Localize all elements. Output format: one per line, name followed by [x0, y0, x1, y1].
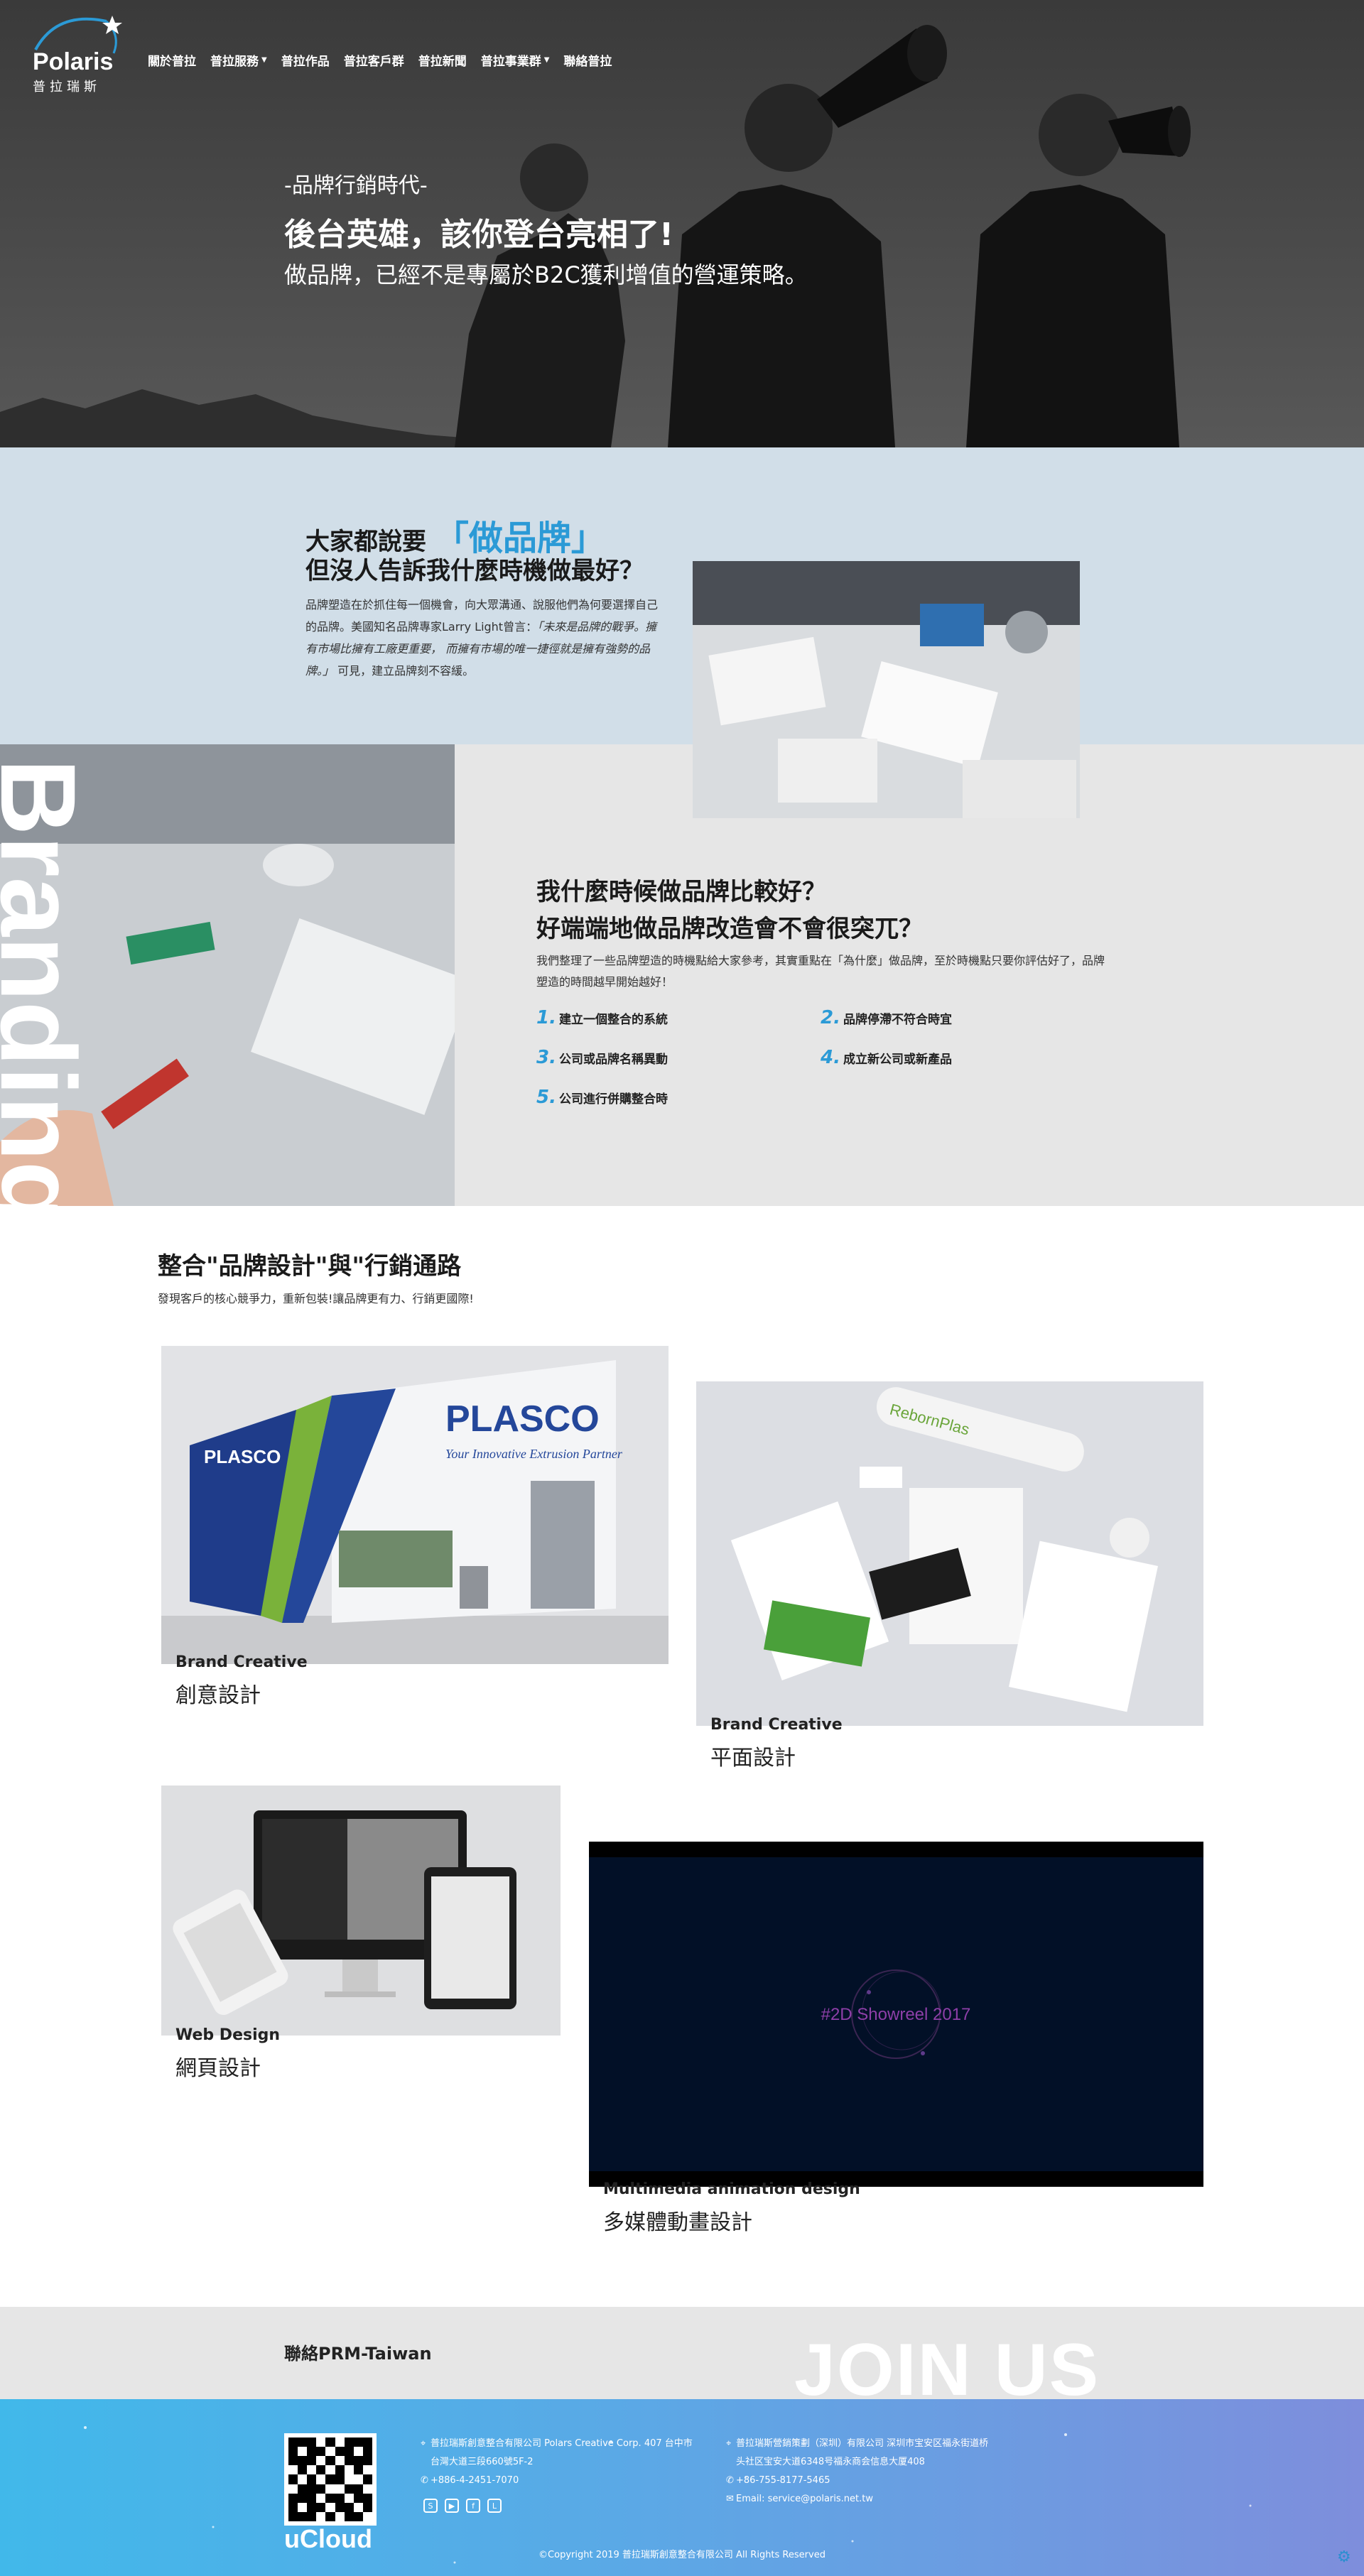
branding-word: Branding	[0, 759, 98, 1206]
footer-taiwan-info: ⌖ 普拉瑞斯創意整合有限公司 Polars Creative Corp. 407 …	[421, 2435, 693, 2490]
card-animation-zh: 多媒體動畫設計	[603, 2210, 752, 2235]
intro-heading-2: 但沒人告訴我什麼時機做最好？	[305, 557, 644, 585]
cn-phone: +86-755-8177-5465	[736, 2475, 830, 2486]
list-number: 1.	[536, 1007, 556, 1028]
list-text: 成立新公司或新產品	[843, 1053, 952, 1067]
card-animation-video[interactable]: #2D Showreel 2017	[589, 1842, 1203, 2187]
meeting-photo	[693, 561, 1080, 818]
logo-text-zh: 普拉瑞斯	[33, 80, 101, 94]
list-number: 2.	[821, 1007, 840, 1028]
web-devices-image	[161, 1786, 561, 2036]
booth-logo-right: PLASCO	[445, 1398, 600, 1440]
nav-news-label: 普拉新聞	[418, 55, 467, 69]
nav-business[interactable]: 普拉事業群 ▼	[481, 51, 550, 69]
list-item: 2. 品牌停滯不符合時宜	[821, 1007, 1105, 1028]
showreel-title: #2D Showreel 2017	[821, 2005, 971, 2024]
qr-code	[284, 2433, 377, 2526]
card-animation-en: Multimedia animation design	[603, 2180, 860, 2198]
nav-clients-label: 普拉客戶群	[343, 55, 404, 69]
card-web-zh: 網頁設計	[175, 2056, 261, 2081]
stationery-mockup-image: RebornPlas	[696, 1381, 1203, 1726]
list-item: 1. 建立一個整合的系統	[536, 1007, 821, 1028]
intro-paragraph: 品牌塑造在於抓住每一個機會，向大眾溝通、說服他們為何要選擇自己的品牌。美國知名品…	[305, 594, 661, 682]
nav-works-label: 普拉作品	[281, 55, 330, 69]
list-number: 3.	[536, 1047, 556, 1068]
list-text: 建立一個整合的系統	[558, 1013, 668, 1027]
card-creative-en: Brand Creative	[175, 1653, 308, 1671]
logo-text-en: Polaris	[33, 48, 114, 75]
contact-link[interactable]: 聯絡PRM-Taiwan	[284, 2339, 432, 2364]
timing-question-1: 我什麼時候做品牌比較好？	[536, 878, 826, 906]
list-number: 5.	[536, 1087, 556, 1108]
list-item: 3. 公司或品牌名稱異動	[536, 1047, 821, 1068]
card-web-en: Web Design	[175, 2026, 281, 2044]
qr-pattern	[288, 2438, 372, 2521]
list-text: 公司或品牌名稱異動	[558, 1053, 668, 1067]
tw-address: 普拉瑞斯創意整合有限公司 Polars Creative Corp. 407 台…	[431, 2438, 693, 2449]
card-web-image[interactable]	[161, 1786, 561, 2036]
timing-list: 1. 建立一個整合的系統 2. 品牌停滯不符合時宜 3. 公司或品牌名稱異動 4. 成立…	[536, 1007, 1105, 1108]
hero-section: Polaris 普拉瑞斯 關於普拉 普拉服務 ▼ 普拉作品 普拉客戶群 普拉新聞 …	[0, 0, 1364, 447]
line-icon[interactable]: L	[487, 2499, 502, 2513]
nav-contact-label: 聯絡普拉	[563, 55, 612, 69]
hero-subtitle: -品牌行銷時代-	[284, 173, 428, 198]
exhibition-booth-image: PLASCO PLASCO Your Innovative Extrusion …	[161, 1346, 669, 1664]
location-pin-icon: ⌖	[726, 2438, 732, 2449]
footer-china-info: ⌖ 普拉瑞斯營銷策劃（深圳）有限公司 深圳市宝安区福永街道桥 头社区宝安大道634…	[726, 2435, 988, 2509]
nav-about-label: 關於普拉	[148, 55, 196, 69]
list-item: 5. 公司進行併購整合時	[536, 1087, 821, 1108]
card-creative-image[interactable]: PLASCO PLASCO Your Innovative Extrusion …	[161, 1346, 669, 1664]
video-showreel: #2D Showreel 2017	[589, 1842, 1203, 2187]
social-links: S ▶ f L	[423, 2499, 502, 2513]
location-pin-icon: ⌖	[421, 2438, 426, 2449]
card-graphic-zh: 平面設計	[710, 1746, 796, 1771]
phone-icon: ✆	[421, 2475, 428, 2486]
integrate-subtitle: 發現客戶的核心競爭力，重新包裝!讓品牌更有力、行銷更國際!	[158, 1292, 474, 1305]
booth-slogan: Your Innovative Extrusion Partner	[445, 1447, 623, 1461]
skype-icon[interactable]: S	[423, 2499, 438, 2513]
branding-vertical-text: Branding	[0, 744, 114, 1206]
hero-tagline: 做品牌，已經不是專屬於B2C獲利增值的營運策略。	[284, 261, 808, 288]
meeting-photo-image	[693, 561, 1080, 818]
nav-contact[interactable]: 聯絡普拉	[563, 51, 612, 69]
intro-paragraph-end: 可見，建立品牌刻不容緩。	[334, 664, 475, 678]
integrate-title: 整合"品牌設計"與"行銷通路	[158, 1252, 462, 1281]
card-graphic-en: Brand Creative	[710, 1716, 843, 1734]
facebook-icon[interactable]: f	[466, 2499, 480, 2513]
intro-section: 大家都說要 「做品牌」 但沒人告訴我什麼時機做最好？ 品牌塑造在於抓住每一個機會…	[0, 447, 1364, 744]
cn-address-2: 头社区宝安大道6348号福永商会信息大厦408	[736, 2457, 925, 2467]
tw-address-2: 台灣大道三段660號5F-2	[431, 2457, 534, 2467]
list-number: 4.	[821, 1047, 840, 1068]
nav-about[interactable]: 關於普拉	[148, 51, 196, 69]
list-text: 品牌停滯不符合時宜	[843, 1013, 952, 1027]
cn-address: 普拉瑞斯營銷策劃（深圳）有限公司 深圳市宝安区福永街道桥	[736, 2438, 989, 2449]
timing-question-2: 好端端地做品牌改造會不會很突兀？	[536, 915, 923, 943]
nav-services-label: 普拉服務	[210, 55, 259, 69]
polaris-logo[interactable]: Polaris 普拉瑞斯	[28, 14, 128, 94]
chevron-down-icon: ▼	[543, 56, 550, 64]
nav-works[interactable]: 普拉作品	[281, 51, 330, 69]
timing-paragraph: 我們整理了一些品牌塑造的時機點給大家參考，其實重點在「為什麼」做品牌，至於時機點…	[536, 954, 1105, 989]
card-creative-zh: 創意設計	[175, 1683, 261, 1708]
gear-icon[interactable]: ⚙	[1337, 2548, 1351, 2566]
phone-icon: ✆	[726, 2475, 734, 2486]
card-graphic-image[interactable]: RebornPlas	[696, 1381, 1203, 1726]
main-nav: 關於普拉 普拉服務 ▼ 普拉作品 普拉客戶群 普拉新聞 普拉事業群 ▼ 聯絡普拉	[148, 51, 612, 69]
nav-services[interactable]: 普拉服務 ▼	[210, 51, 267, 69]
hero-headline: 後台英雄，該你登台亮相了!	[284, 217, 674, 253]
tw-phone: +886-4-2451-7070	[431, 2475, 519, 2486]
booth-logo-left: PLASCO	[204, 1446, 281, 1467]
youtube-icon[interactable]: ▶	[445, 2499, 459, 2513]
nav-news[interactable]: 普拉新聞	[418, 51, 467, 69]
list-text: 公司進行併購整合時	[558, 1092, 668, 1107]
mail-icon: ✉	[726, 2494, 734, 2504]
footer: uCloud ⌖ 普拉瑞斯創意整合有限公司 Polars Creative Cor…	[0, 2399, 1364, 2576]
nav-business-label: 普拉事業群	[480, 55, 541, 69]
join-section: 聯絡PRM-Taiwan JOIN US	[0, 2307, 1364, 2411]
footer-email[interactable]: Email: service@polaris.net.tw	[736, 2494, 873, 2504]
nav-clients[interactable]: 普拉客戶群	[344, 51, 404, 69]
copyright: ©Copyright 2019 普拉瑞斯創意整合有限公司 All Rights …	[538, 2550, 826, 2560]
chevron-down-icon: ▼	[261, 56, 267, 64]
list-item: 4. 成立新公司或新產品	[821, 1047, 1105, 1068]
